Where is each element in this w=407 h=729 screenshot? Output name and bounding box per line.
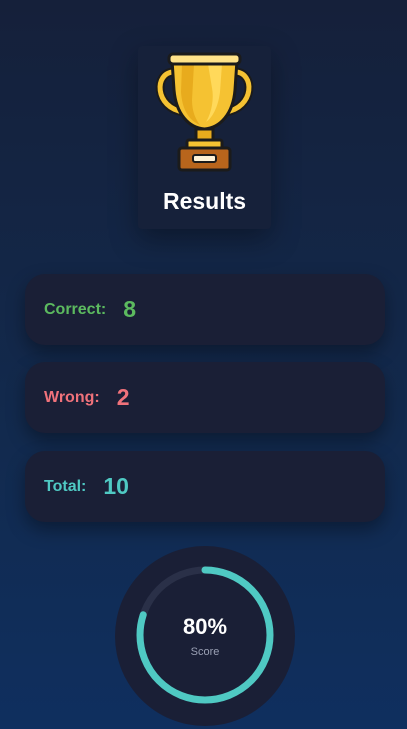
total-value: 10 <box>103 473 129 499</box>
correct-stat-card: Correct: 8 <box>25 274 385 345</box>
total-label: Total: <box>44 477 87 495</box>
score-label: Score <box>190 646 220 658</box>
score-ring: 80% Score <box>115 546 295 726</box>
results-header-card: Results <box>138 46 271 229</box>
wrong-value: 2 <box>116 384 130 410</box>
score-percent: 80% <box>182 614 228 639</box>
correct-value: 8 <box>123 296 137 322</box>
wrong-label: Wrong: <box>44 388 100 406</box>
correct-label: Correct: <box>44 300 107 318</box>
wrong-stat-card: Wrong: 2 <box>25 362 385 433</box>
total-stat-card: Total: 10 <box>25 451 385 522</box>
trophy-icon <box>155 52 254 172</box>
page-title: Results <box>162 188 247 214</box>
